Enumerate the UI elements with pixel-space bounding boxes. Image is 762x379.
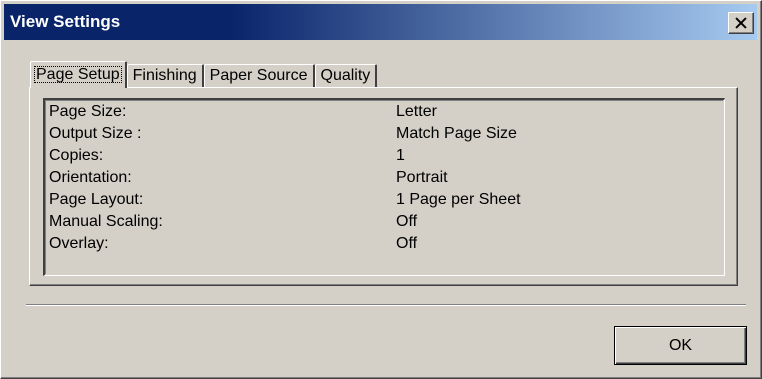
setting-value: Letter	[396, 103, 437, 120]
title-bar[interactable]: View Settings	[4, 4, 757, 40]
ok-button-label: OK	[668, 336, 693, 354]
page-setup-panel: Page Size: Letter Output Size : Match Pa…	[29, 87, 738, 286]
close-icon	[734, 16, 748, 30]
tab-label: Finishing	[132, 67, 197, 84]
list-item: Manual Scaling: Off	[49, 213, 719, 235]
setting-label: Page Layout:	[49, 191, 144, 208]
setting-label: Overlay:	[49, 235, 109, 252]
setting-value: Portrait	[396, 169, 448, 186]
setting-value: Off	[396, 235, 418, 252]
settings-list[interactable]: Page Size: Letter Output Size : Match Pa…	[43, 98, 725, 276]
ok-button[interactable]: OK	[614, 326, 747, 365]
setting-value: Off	[396, 213, 418, 230]
tab-strip: Page Setup Finishing Paper Source Qualit…	[30, 61, 378, 88]
dialog-title: View Settings	[10, 12, 121, 31]
tab-label: Paper Source	[209, 67, 308, 84]
setting-label: Page Size:	[49, 103, 127, 120]
list-item: Page Size: Letter	[49, 103, 719, 125]
setting-value: 1 Page per Sheet	[396, 191, 521, 208]
setting-value: Match Page Size	[396, 125, 517, 142]
setting-label: Output Size :	[49, 125, 142, 142]
view-settings-dialog: View Settings Page Setup Finishing Paper…	[0, 0, 762, 379]
tab-label: Quality	[320, 67, 371, 84]
list-item: Orientation: Portrait	[49, 169, 719, 191]
list-item: Output Size : Match Page Size	[49, 125, 719, 147]
tab-paper-source[interactable]: Paper Source	[203, 64, 315, 88]
list-item: Copies: 1	[49, 147, 719, 169]
tab-page-setup[interactable]: Page Setup	[30, 61, 127, 88]
setting-label: Orientation:	[49, 169, 132, 186]
setting-label: Manual Scaling:	[49, 213, 163, 230]
list-item: Overlay: Off	[49, 235, 719, 257]
close-button[interactable]	[728, 12, 754, 34]
setting-label: Copies:	[49, 147, 104, 164]
tab-label: Page Setup	[34, 66, 122, 83]
tab-finishing[interactable]: Finishing	[126, 64, 204, 88]
divider	[26, 304, 746, 306]
setting-value: 1	[396, 147, 405, 164]
tab-quality[interactable]: Quality	[314, 64, 378, 88]
list-item: Page Layout: 1 Page per Sheet	[49, 191, 719, 213]
